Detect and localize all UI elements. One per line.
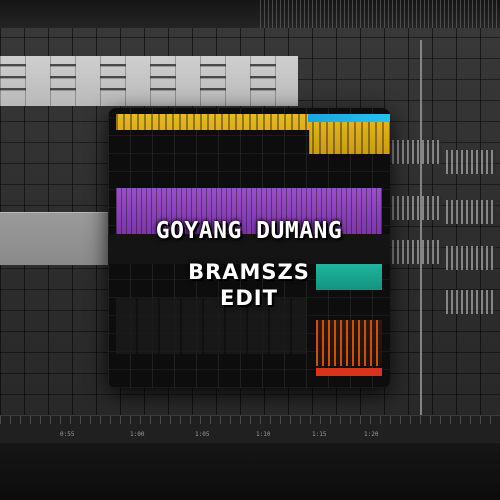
song-title: GOYANG DUMANG <box>155 218 343 244</box>
audio-clip-grey[interactable] <box>0 212 110 265</box>
clip-right-4[interactable] <box>446 200 496 224</box>
red-clip <box>316 368 382 376</box>
timeline-label: 1:00 <box>130 431 145 438</box>
timeline-label: 1:15 <box>312 431 327 438</box>
waveform-strip <box>260 0 500 28</box>
daw-top-track <box>0 0 500 28</box>
timeline-label: 1:05 <box>195 431 210 438</box>
timeline-ruler[interactable]: 0:55 1:00 1:05 1:10 1:15 1:20 <box>0 415 500 444</box>
clip-right-6[interactable] <box>446 246 496 270</box>
clip-right-3[interactable] <box>392 196 442 220</box>
orange-clip <box>316 320 382 366</box>
midi-notes <box>0 64 298 91</box>
clip-right-7[interactable] <box>446 290 496 314</box>
artist-name: BRAMSZS <box>188 260 310 284</box>
clip-right-1[interactable] <box>392 140 442 164</box>
clip-right-2[interactable] <box>446 150 496 174</box>
bottom-shadow <box>0 443 500 500</box>
timeline-label: 1:10 <box>256 431 271 438</box>
timeline-label: 0:55 <box>60 431 75 438</box>
cover-art: GOYANG DUMANG BRAMSZS EDIT <box>108 108 390 388</box>
edit-label: EDIT <box>220 286 278 310</box>
timeline-minor-ticks <box>0 416 500 424</box>
clip-right-5[interactable] <box>392 240 442 264</box>
timeline-label: 1:20 <box>364 431 379 438</box>
midi-clip-light[interactable] <box>0 56 298 106</box>
playhead[interactable] <box>420 40 422 420</box>
cyan-clip <box>308 114 390 122</box>
